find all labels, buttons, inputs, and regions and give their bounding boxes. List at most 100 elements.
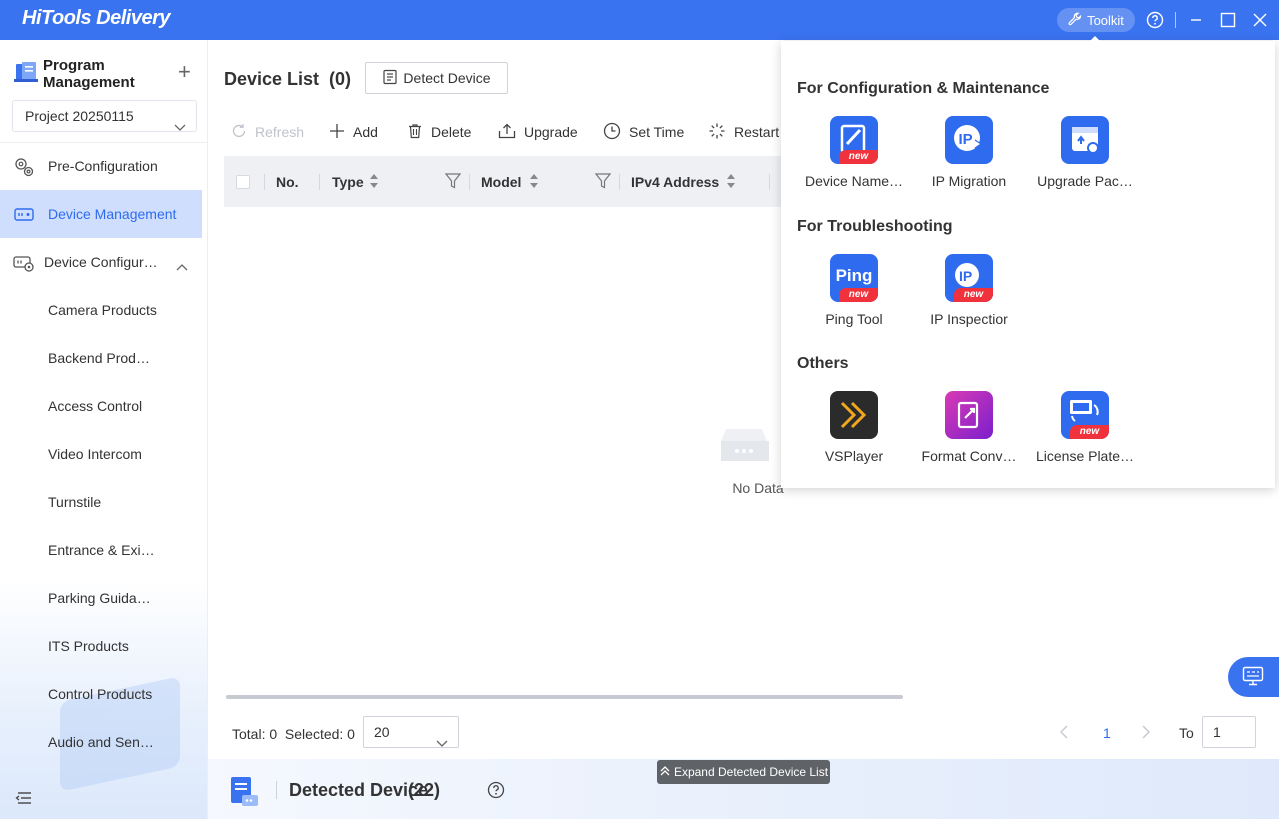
new-badge: new <box>839 288 878 302</box>
select-all-checkbox[interactable] <box>236 175 250 189</box>
sidebar-item-device-management[interactable]: Device Management <box>0 190 202 238</box>
program-header: Program Management + <box>12 56 202 96</box>
new-badge: new <box>1070 425 1109 439</box>
sidebar-subitem-its-products[interactable]: ITS Products <box>48 638 129 654</box>
column-divider <box>264 174 265 190</box>
tool-ip-migration[interactable]: IP IP Migration <box>914 116 1024 196</box>
sidebar-subitem-camera-products[interactable]: Camera Products <box>48 302 157 318</box>
table-footer: Total: 0 Selected: 0 20 1 To 1 <box>208 716 1279 756</box>
title-bar: HiTools Delivery Toolkit <box>0 0 1279 40</box>
maximize-icon[interactable] <box>1217 9 1239 31</box>
refresh-button[interactable]: Refresh <box>231 122 304 142</box>
format-convert-icon <box>945 391 993 439</box>
sidebar-subitem-control-products[interactable]: Control Products <box>48 686 152 702</box>
device-config-icon <box>13 252 35 274</box>
goto-label: To <box>1179 725 1194 741</box>
goto-page-input[interactable]: 1 <box>1202 716 1256 748</box>
page-size-select[interactable]: 20 <box>363 716 459 748</box>
sidebar-item-device-configuration[interactable]: Device Configur… <box>0 238 202 286</box>
sort-icon[interactable] <box>727 172 735 190</box>
monitor-icon <box>1242 666 1264 689</box>
sidebar-subitem-audio-sensors[interactable]: Audio and Sen… <box>48 734 154 750</box>
tool-ip-inspection[interactable]: IP new IP Inspectior <box>914 254 1024 334</box>
sidebar-item-label: Device Management <box>48 206 177 222</box>
chevron-up-icon[interactable] <box>176 258 188 274</box>
remote-desktop-button[interactable] <box>1228 657 1279 697</box>
next-page-icon[interactable] <box>1141 725 1151 744</box>
column-header-no[interactable]: No. <box>276 174 299 190</box>
project-select-value: Project 20250115 <box>25 108 134 124</box>
trash-icon <box>407 123 423 142</box>
sidebar-item-label: Pre-Configuration <box>48 158 158 174</box>
column-header-model[interactable]: Model <box>481 174 521 190</box>
toolkit-label: Toolkit <box>1087 12 1124 28</box>
device-count: (0) <box>329 69 351 89</box>
table-header: No. Type Model IPv4 Address <box>224 156 784 207</box>
delete-label: Delete <box>431 124 472 140</box>
project-select[interactable]: Project 20250115 <box>12 100 197 132</box>
toolkit-button[interactable]: Toolkit <box>1057 8 1135 32</box>
delete-button[interactable]: Delete <box>407 122 471 142</box>
sort-icon[interactable] <box>370 172 378 190</box>
tool-label: Format Conv… <box>921 448 1017 464</box>
sidebar-subitem-video-intercom[interactable]: Video Intercom <box>48 446 142 462</box>
tool-label: Upgrade Pac… <box>1037 173 1133 189</box>
add-button[interactable]: Add <box>329 122 378 142</box>
detected-divider <box>276 781 277 799</box>
tool-label: License Plate… <box>1035 448 1135 464</box>
tool-license-plate[interactable]: new License Plate… <box>1030 391 1140 471</box>
tool-format-convert[interactable]: Format Conv… <box>914 391 1024 471</box>
ip-migration-icon: IP <box>945 116 993 164</box>
close-icon[interactable] <box>1249 9 1271 31</box>
add-project-icon[interactable]: + <box>178 61 191 83</box>
previous-page-icon[interactable] <box>1059 725 1069 744</box>
detect-device-button[interactable]: Detect Device <box>365 62 508 94</box>
tool-ping[interactable]: Ping new Ping Tool <box>799 254 909 334</box>
refresh-label: Refresh <box>255 124 305 140</box>
total-count: Total: 0 <box>232 726 278 742</box>
column-divider <box>619 174 620 190</box>
selected-count: Selected: 0 <box>284 726 355 742</box>
current-page[interactable]: 1 <box>1103 725 1111 741</box>
titlebar-divider <box>1175 12 1176 28</box>
filter-icon[interactable] <box>444 172 462 193</box>
detect-device-label: Detect Device <box>403 70 491 86</box>
column-divider <box>769 174 770 190</box>
filter-icon[interactable] <box>594 172 612 193</box>
minimize-icon[interactable] <box>1185 9 1207 31</box>
sidebar-subitem-entrance-exit[interactable]: Entrance & Exi… <box>48 542 155 558</box>
tool-device-name[interactable]: new Device Name… <box>799 116 909 196</box>
column-header-type[interactable]: Type <box>332 174 364 190</box>
tool-vsplayer[interactable]: VSPlayer <box>799 391 909 471</box>
ip-inspection-icon: IP new <box>945 254 993 302</box>
sidebar-item-label: Device Configur… <box>44 254 158 270</box>
sidebar-item-pre-configuration[interactable]: Pre-Configuration <box>0 142 202 190</box>
wrench-icon <box>1068 12 1082 29</box>
restart-label: Restart <box>734 124 780 140</box>
tool-upgrade-package[interactable]: Upgrade Pac… <box>1030 116 1140 196</box>
expand-detected-button[interactable]: Expand Detected Device List <box>657 760 830 784</box>
set-time-button[interactable]: Set Time <box>603 122 684 142</box>
detect-icon <box>382 69 398 88</box>
svg-text:IP: IP <box>959 268 972 284</box>
column-divider <box>319 174 320 190</box>
sidebar-subitem-backend-products[interactable]: Backend Prod… <box>48 350 150 366</box>
upgrade-label: Upgrade <box>524 124 578 140</box>
upgrade-button[interactable]: Upgrade <box>498 122 578 142</box>
sidebar-subitem-access-control[interactable]: Access Control <box>48 398 142 414</box>
svg-text:IP: IP <box>959 131 973 148</box>
sort-icon[interactable] <box>530 172 538 190</box>
program-icon <box>14 60 38 84</box>
help-icon[interactable] <box>487 781 505 802</box>
help-icon[interactable] <box>1144 9 1166 31</box>
add-label: Add <box>353 124 378 140</box>
restart-button[interactable]: Restart <box>708 122 779 142</box>
sidebar-subitem-turnstile[interactable]: Turnstile <box>48 494 101 510</box>
sidebar-subitem-parking-guidance[interactable]: Parking Guida… <box>48 590 151 606</box>
column-header-ipv4[interactable]: IPv4 Address <box>631 174 719 190</box>
horizontal-scrollbar[interactable] <box>226 695 903 699</box>
collapse-sidebar-icon[interactable] <box>15 790 33 809</box>
ping-icon: Ping new <box>830 254 878 302</box>
plus-icon <box>329 123 345 142</box>
chevron-down-icon <box>174 112 186 142</box>
